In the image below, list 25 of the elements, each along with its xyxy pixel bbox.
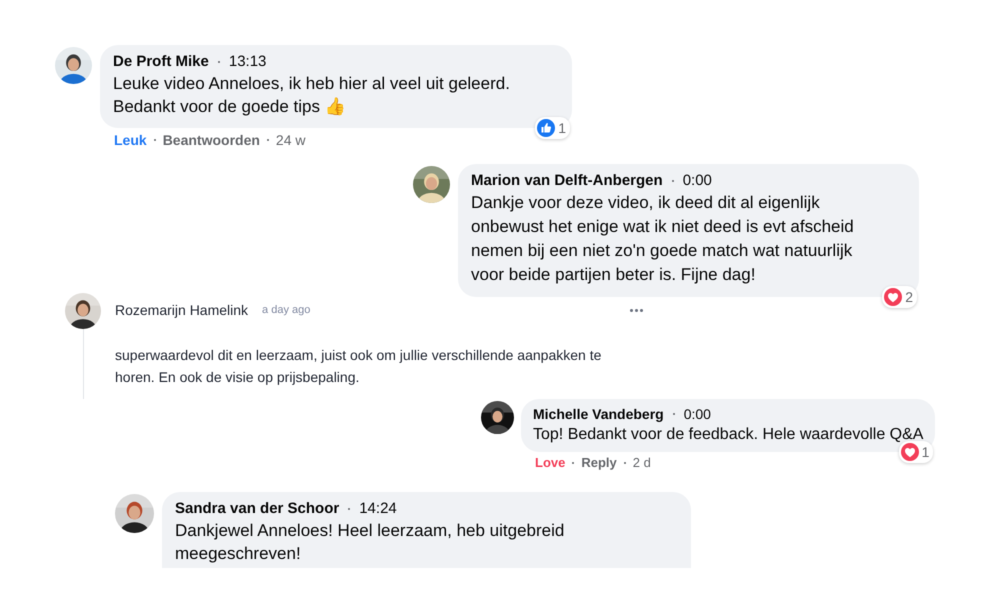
comment-time: 0:00 xyxy=(682,172,712,189)
comment-time: 0:00 xyxy=(684,406,711,422)
comment-age: 2 d xyxy=(632,455,651,470)
author-name[interactable]: Sandra van der Schoor xyxy=(175,500,340,517)
reaction-link[interactable]: Love xyxy=(535,455,566,470)
comment-time: 13:13 xyxy=(228,53,266,70)
author-name[interactable]: Marion van Delft-Anbergen xyxy=(471,172,663,189)
comment-time: a day ago xyxy=(262,304,310,316)
reaction-count[interactable]: 1 xyxy=(535,117,570,139)
author-name[interactable]: De Proft Mike xyxy=(113,53,209,70)
thumbs-up-icon xyxy=(537,119,556,137)
comment-text: Dankje voor deze video, ik deed dit al eigenlijk onbewust het enige wat ik niet deed is evt afscheid nemen bij een niet zo'n goede match wat natuurlijk voor beide partijen beter is. Fijne dag! xyxy=(471,192,855,286)
author-name[interactable]: Michelle Vandeberg xyxy=(533,406,664,422)
reaction-count[interactable]: 1 xyxy=(898,441,934,463)
more-options-icon[interactable] xyxy=(628,306,645,314)
reaction-count[interactable]: 2 xyxy=(882,286,917,308)
comment-age: 24 w xyxy=(276,132,306,148)
reply-link[interactable]: Reply xyxy=(581,455,617,470)
reaction-link[interactable]: Leuk xyxy=(114,132,147,148)
comment-text: Dankjewel Anneloes! Heel leerzaam, heb uitgebreid meegeschreven! xyxy=(175,520,566,565)
comment-text: Leuke video Anneloes, ik heb hier al veel uit geleerd. Bedankt voor de goede tips 👍 xyxy=(113,73,511,118)
comment-text: superwaardevol dit en leerzaam, juist ook om jullie verschillende aanpakken te horen. En ook de visie op prijsbepaling. xyxy=(115,346,602,387)
reply-link[interactable]: Beantwoorden xyxy=(162,132,260,148)
author-name[interactable]: Rozemarijn Hamelink xyxy=(115,302,248,318)
comment-time: 14:24 xyxy=(359,500,397,517)
